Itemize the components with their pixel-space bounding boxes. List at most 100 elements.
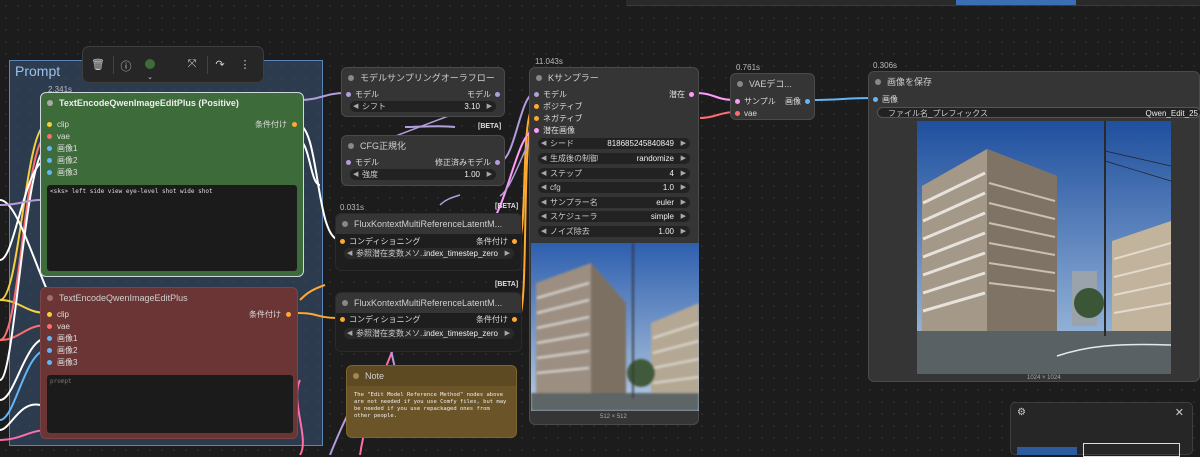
slot-latent-out[interactable]: 潜在 xyxy=(644,89,694,100)
node-cfg-norm[interactable]: CFG正規化 モデル 修正済みモデル ◀ 強度 1.00 ▶ xyxy=(341,135,505,186)
slot-dot xyxy=(340,239,345,244)
node-title[interactable]: TextEncodeQwenImageEditPlus xyxy=(41,288,297,308)
slot-image1[interactable]: 画像1 xyxy=(47,143,107,154)
node-save-image[interactable]: 画像を保存 画像 ファイル名_プレフィックス Qwen_Edit_25 1024… xyxy=(868,71,1200,382)
slot-vae[interactable]: vae xyxy=(47,131,107,142)
close-icon[interactable]: ✕ xyxy=(1175,406,1184,419)
wire-neg-cond xyxy=(296,312,341,319)
node-title[interactable]: TextEncodeQwenImageEditPlus (Positive) xyxy=(41,93,303,113)
decrement-icon[interactable]: ◀ xyxy=(541,182,546,193)
strength-widget[interactable]: ◀ 強度 1.00 ▶ xyxy=(350,169,496,180)
node-model-sampling-aura-flow[interactable]: モデルサンプリングオーラフロー モデル モデル ◀ シフト 3.10 ▶ xyxy=(341,67,505,117)
selection-toolbar: 🗑 ⓘ ⌄ ⤧ ↷ ⋮ xyxy=(82,46,264,83)
shift-widget[interactable]: ◀ シフト 3.10 ▶ xyxy=(350,101,496,112)
node-title[interactable]: Kサンプラー xyxy=(530,68,698,88)
slot-model[interactable]: モデル xyxy=(534,89,604,100)
reference-method-widget[interactable]: ◀ 参照潜在変数メソ... index_timestep_zero ▶ xyxy=(344,248,514,259)
node-title[interactable]: 画像を保存 xyxy=(869,72,1199,92)
note-text[interactable]: The "Edit Model Reference Method" nodes … xyxy=(351,389,512,434)
slot-conditioning-in[interactable]: コンディショニング xyxy=(340,314,430,325)
settings-icon[interactable]: ⚙ xyxy=(1017,407,1026,418)
info-icon[interactable]: ⓘ xyxy=(119,58,133,74)
increment-icon[interactable]: ▶ xyxy=(505,328,510,339)
sampler-name-widget[interactable]: ◀ サンプラー名 euler ▶ xyxy=(538,197,690,208)
increment-icon[interactable]: ▶ xyxy=(681,168,686,179)
increment-icon[interactable]: ▶ xyxy=(681,211,686,222)
node-title[interactable]: モデルサンプリングオーラフロー xyxy=(342,68,504,88)
filename-prefix-widget[interactable]: ファイル名_プレフィックス Qwen_Edit_25 xyxy=(877,107,1200,118)
decrement-icon[interactable]: ◀ xyxy=(541,197,546,208)
seed-widget[interactable]: ◀ シード 818685245840849 ▶ xyxy=(538,138,690,149)
slot-model-in[interactable]: モデル xyxy=(346,157,406,168)
reference-method-widget[interactable]: ◀ 参照潜在変数メソ... index_timestep_zero ▶ xyxy=(344,328,514,339)
slot-image1[interactable]: 画像1 xyxy=(47,333,107,344)
slot-model-in[interactable]: モデル xyxy=(346,89,406,100)
slot-conditioning-in[interactable]: コンディショニング xyxy=(340,236,430,247)
node-title[interactable]: VAEデコ... xyxy=(731,74,814,94)
trash-icon[interactable]: 🗑 xyxy=(91,58,105,71)
negative-prompt-textarea[interactable]: prompt xyxy=(47,375,293,433)
more-icon[interactable]: ⋮ xyxy=(238,58,252,71)
decrement-icon[interactable]: ◀ xyxy=(541,226,546,237)
slot-vae[interactable]: vae xyxy=(47,321,107,332)
decrement-icon[interactable]: ◀ xyxy=(353,101,358,112)
increment-icon[interactable]: ▶ xyxy=(505,248,510,259)
slot-label: 条件付け xyxy=(476,237,508,246)
redo-icon[interactable]: ↷ xyxy=(213,58,227,71)
increment-icon[interactable]: ▶ xyxy=(487,101,492,112)
node-flux-kontext-2[interactable]: FluxKontextMultiReferenceLatentM... コンディ… xyxy=(335,292,522,352)
increment-icon[interactable]: ▶ xyxy=(487,169,492,180)
decrement-icon[interactable]: ◀ xyxy=(541,153,546,164)
scheduler-widget[interactable]: ◀ スケジューラ simple ▶ xyxy=(538,211,690,222)
minimap-panel[interactable]: ⚙ ✕ xyxy=(1010,402,1193,457)
slot-clip[interactable]: clip xyxy=(47,309,107,320)
control-after-generate-widget[interactable]: ◀ 生成後の制御 randomize ▶ xyxy=(538,153,690,164)
slot-image3[interactable]: 画像3 xyxy=(47,357,107,368)
decrement-icon[interactable]: ◀ xyxy=(541,138,546,149)
node-positive-encode[interactable]: TextEncodeQwenImageEditPlus (Positive) c… xyxy=(40,92,304,277)
color-icon[interactable]: ⌄ xyxy=(143,58,157,82)
increment-icon[interactable]: ▶ xyxy=(681,182,686,193)
increment-icon[interactable]: ▶ xyxy=(681,226,686,237)
node-title[interactable]: CFG正規化 xyxy=(342,136,504,156)
slot-positive[interactable]: ポジティブ xyxy=(534,101,604,112)
decrement-icon[interactable]: ◀ xyxy=(541,168,546,179)
slot-conditioning-out[interactable]: 条件付け xyxy=(457,314,517,325)
slot-conditioning-out[interactable]: 条件付け xyxy=(457,236,517,247)
node-title[interactable]: FluxKontextMultiReferenceLatentM... xyxy=(336,214,521,234)
slot-image2[interactable]: 画像2 xyxy=(47,345,107,356)
node-title[interactable]: FluxKontextMultiReferenceLatentM... xyxy=(336,293,521,313)
node-vae-decode[interactable]: VAEデコ... サンプル vae 画像 xyxy=(730,73,815,120)
slot-output-conditioning[interactable]: 条件付け xyxy=(237,119,297,130)
slot-model-out[interactable]: モデル xyxy=(440,89,500,100)
decrement-icon[interactable]: ◀ xyxy=(353,169,358,180)
slot-samples[interactable]: サンプル xyxy=(735,96,785,107)
decrement-icon[interactable]: ◀ xyxy=(347,328,352,339)
increment-icon[interactable]: ▶ xyxy=(681,153,686,164)
cfg-widget[interactable]: ◀ cfg 1.0 ▶ xyxy=(538,182,690,193)
denoise-widget[interactable]: ◀ ノイズ除去 1.00 ▶ xyxy=(538,226,690,237)
node-note[interactable]: Note The "Edit Model Reference Method" n… xyxy=(346,365,517,438)
slot-dot xyxy=(495,92,500,97)
node-negative-encode[interactable]: TextEncodeQwenImageEditPlus clip vae 画像1… xyxy=(40,287,298,439)
prompt-textarea[interactable]: <sks> left side view eye-level shot wide… xyxy=(47,185,297,271)
slot-negative[interactable]: ネガティブ xyxy=(534,113,604,124)
slot-images-in[interactable]: 画像 xyxy=(873,94,923,105)
slot-model-out[interactable]: 修正済みモデル xyxy=(420,157,500,168)
slot-image3[interactable]: 画像3 xyxy=(47,167,107,178)
slot-image-out[interactable]: 画像 xyxy=(780,96,810,107)
decrement-icon[interactable]: ◀ xyxy=(347,248,352,259)
increment-icon[interactable]: ▶ xyxy=(681,197,686,208)
node-flux-kontext-1[interactable]: FluxKontextMultiReferenceLatentM... コンディ… xyxy=(335,213,522,271)
node-ksampler[interactable]: Kサンプラー モデル ポジティブ ネガティブ 潜在画像 潜在 ◀ シード 81868… xyxy=(529,67,699,425)
slot-image2[interactable]: 画像2 xyxy=(47,155,107,166)
node-title[interactable]: Note xyxy=(347,366,516,386)
increment-icon[interactable]: ▶ xyxy=(681,138,686,149)
slot-vae[interactable]: vae xyxy=(735,108,785,119)
slot-label: 画像1 xyxy=(57,334,78,343)
slot-latent-image[interactable]: 潜在画像 xyxy=(534,125,604,136)
fit-icon[interactable]: ⤧ xyxy=(185,58,199,71)
steps-widget[interactable]: ◀ ステップ 4 ▶ xyxy=(538,168,690,179)
slot-output-conditioning[interactable]: 条件付け xyxy=(231,309,291,320)
decrement-icon[interactable]: ◀ xyxy=(541,211,546,222)
